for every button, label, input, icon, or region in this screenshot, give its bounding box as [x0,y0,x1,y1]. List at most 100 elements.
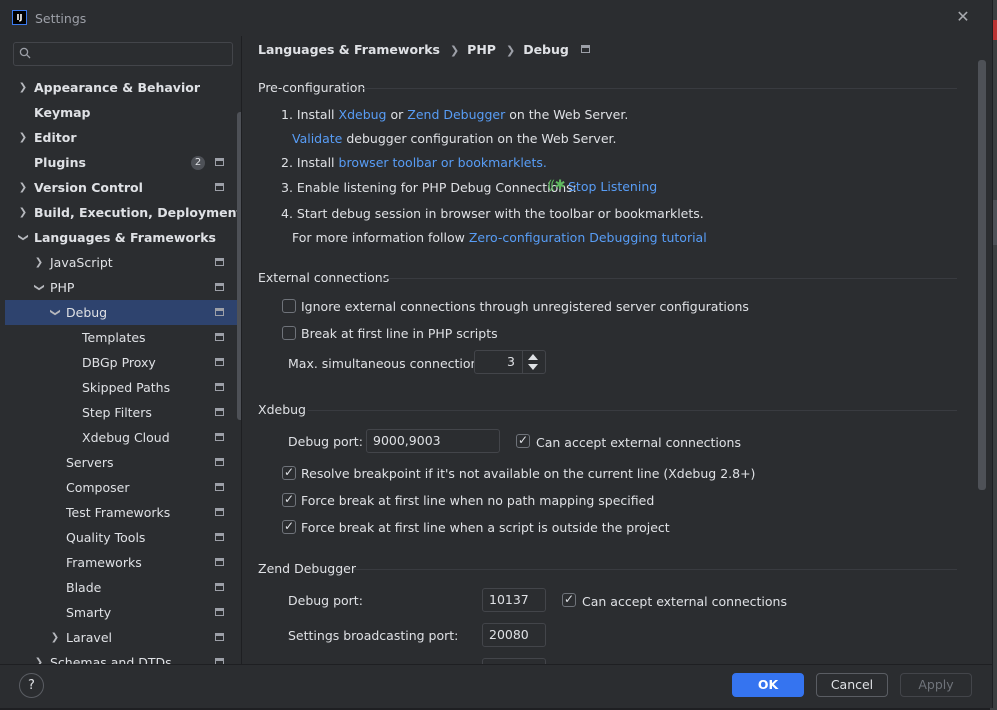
force-break-nopath-checkbox[interactable] [282,492,296,507]
sidebar-item-javascript[interactable]: ❯ JavaScript [5,250,241,275]
app-logo-icon: IJ [12,10,27,25]
sidebar-item-dbgp-proxy[interactable]: DBGp Proxy [5,350,241,375]
cancel-button[interactable]: Cancel [816,673,888,697]
xdebug-accept-checkbox[interactable] [516,433,530,448]
project-settings-icon [215,258,224,266]
project-settings-icon [215,158,224,166]
close-icon[interactable]: ✕ [955,8,971,26]
browser-toolbar-link[interactable]: browser toolbar or bookmarklets. [339,155,547,170]
step-text: 1. Install [281,107,335,122]
project-settings-icon [215,383,224,391]
max-connections-spinner[interactable]: 3 [474,350,546,374]
max-connections-value: 3 [507,354,515,369]
section-title-zend: Zend Debugger [258,561,356,576]
sidebar-item-label: Version Control [34,180,143,195]
sidebar-item-label: Plugins [34,155,86,170]
project-settings-icon [215,458,224,466]
chevron-down-icon: ❯ [33,283,45,292]
chevron-right-icon: ❯ [505,44,516,57]
dialog-footer: ? OK Cancel Apply [0,664,993,708]
broadcast-port-input[interactable]: 20080 [482,623,546,647]
step-text: For more information follow [292,230,465,245]
section-divider [308,410,957,411]
section-divider [382,278,957,279]
sidebar-item-xdebug-cloud[interactable]: Xdebug Cloud [5,425,241,450]
breadcrumb-item[interactable]: Languages & Frameworks [258,42,440,57]
sidebar-item-skipped-paths[interactable]: Skipped Paths [5,375,241,400]
sidebar-item-plugins[interactable]: Plugins 2 [5,150,241,175]
chevron-right-icon: ❯ [18,82,28,93]
xdebug-port-input[interactable]: 9000,9003 [366,429,500,453]
project-settings-icon [215,358,224,366]
sidebar-item-quality-tools[interactable]: Quality Tools [5,525,241,550]
sidebar-item-step-filters[interactable]: Step Filters [5,400,241,425]
sidebar-item-frameworks[interactable]: Frameworks [5,550,241,575]
sidebar-item-languages[interactable]: ❯ Languages & Frameworks [5,225,241,250]
sidebar-item-label: Build, Execution, Deployment [34,205,241,220]
step-text: or [390,107,404,122]
project-settings-icon [215,483,224,491]
content-scrollbar[interactable] [978,60,986,490]
sidebar-item-schemas[interactable]: ❯ Schemas and DTDs [5,650,241,664]
sidebar-item-label: Smarty [66,605,112,620]
force-break-outside-checkbox[interactable] [282,519,296,534]
sidebar-item-test-frameworks[interactable]: Test Frameworks [5,500,241,525]
broadcast-port-label: Settings broadcasting port: [288,628,459,643]
stop-listening-link[interactable]: Stop Listening [568,179,657,194]
zend-debugger-link[interactable]: Zend Debugger [407,107,505,122]
plugins-update-badge: 2 [191,156,205,170]
section-title-xdebug: Xdebug [258,402,306,417]
sidebar-item-appearance[interactable]: ❯ Appearance & Behavior [5,75,241,100]
settings-content: Languages & Frameworks ❯ PHP ❯ Debug Pre-con… [242,36,993,664]
resolve-breakpoint-checkbox[interactable] [282,465,296,480]
sidebar-item-templates[interactable]: Templates [5,325,241,350]
sidebar-item-keymap[interactable]: Keymap [5,100,241,125]
sidebar-item-debug[interactable]: ❯ Debug [5,300,241,325]
project-settings-icon [215,433,224,441]
zend-accept-checkbox[interactable] [562,592,576,607]
chevron-right-icon: ❯ [18,182,28,193]
zend-port-input[interactable]: 10137 [482,588,546,612]
breadcrumb-item[interactable]: PHP [467,42,496,57]
sidebar-item-label: Xdebug Cloud [82,430,170,445]
ignore-external-checkbox[interactable] [282,299,296,313]
sidebar-item-label: Skipped Paths [82,380,171,395]
apply-button[interactable]: Apply [900,673,972,697]
step-text: on the Web Server. [509,107,629,122]
break-first-line-checkbox[interactable] [282,326,296,340]
spinner-arrows-icon[interactable] [522,351,544,373]
sidebar-item-composer[interactable]: Composer [5,475,241,500]
ok-button[interactable]: OK [732,673,804,697]
section-title-external: External connections [258,270,390,285]
sidebar-item-label: Step Filters [82,405,152,420]
step-text: 2. Install [281,155,335,170]
search-input[interactable] [13,42,233,66]
section-divider [360,88,957,89]
xdebug-link[interactable]: Xdebug [339,107,387,122]
validate-link[interactable]: Validate [292,131,342,146]
sidebar-item-label: Servers [66,455,114,470]
sidebar-item-version-control[interactable]: ❯ Version Control [5,175,241,200]
project-settings-icon [215,333,224,341]
project-settings-icon [215,183,224,191]
project-settings-icon [215,408,224,416]
sidebar-item-smarty[interactable]: Smarty [5,600,241,625]
sidebar-item-blade[interactable]: Blade [5,575,241,600]
sidebar-item-php[interactable]: ❯ PHP [5,275,241,300]
sidebar-item-laravel[interactable]: ❯ Laravel [5,625,241,650]
max-connections-label: Max. simultaneous connections: [288,356,490,371]
break-first-line-label: Break at first line in PHP scripts [301,326,498,341]
sidebar-item-servers[interactable]: Servers [5,450,241,475]
preconfig-step-3: 3. Enable listening for PHP Debug Connec… [281,180,577,195]
preconfig-more-info: For more information follow Zero-configu… [292,230,707,245]
settings-tree: ❯ Appearance & Behavior Keymap ❯ Editor … [5,75,241,664]
sidebar-item-label: Appearance & Behavior [34,80,200,95]
tutorial-link[interactable]: Zero-configuration Debugging tutorial [469,230,707,245]
project-settings-icon [215,608,224,616]
help-button[interactable]: ? [19,673,44,698]
sidebar-item-build[interactable]: ❯ Build, Execution, Deployment [5,200,241,225]
chevron-right-icon: ❯ [34,657,44,664]
chevron-right-icon: ❯ [50,632,60,643]
breadcrumb: Languages & Frameworks ❯ PHP ❯ Debug [258,42,590,58]
sidebar-item-editor[interactable]: ❯ Editor [5,125,241,150]
